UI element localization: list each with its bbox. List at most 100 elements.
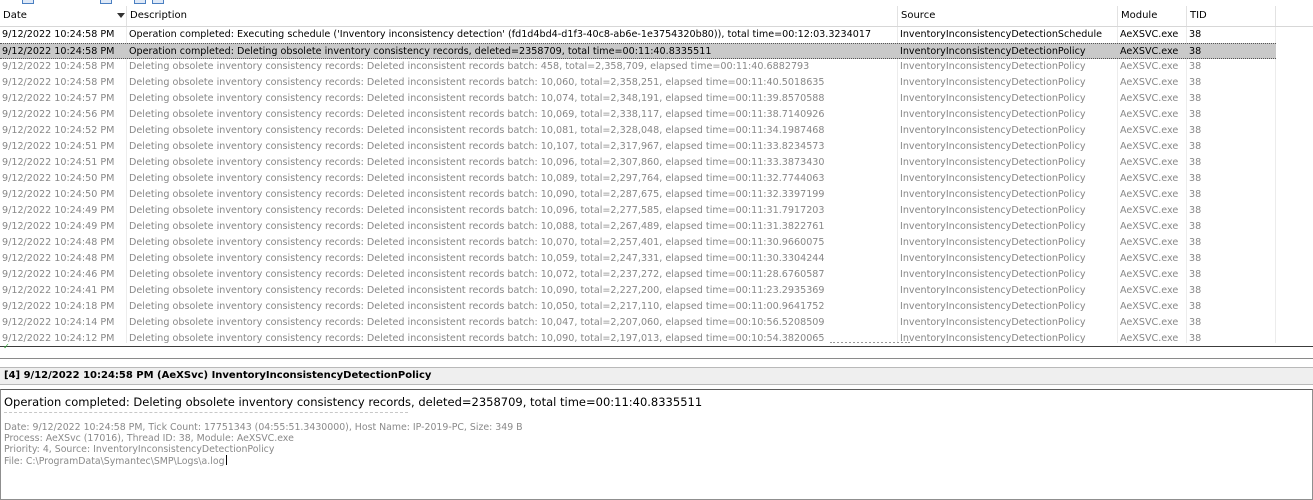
separator bbox=[4, 412, 408, 413]
cell-date: 9/12/2022 10:24:58 PM bbox=[2, 61, 115, 72]
table-row[interactable]: 9/12/2022 10:24:14 PM Deleting obsolete i… bbox=[0, 315, 1276, 331]
cell-description: Deleting obsolete inventory consistency … bbox=[129, 93, 825, 104]
toolbar-button-icon[interactable] bbox=[134, 0, 146, 4]
table-row[interactable]: 9/12/2022 10:24:49 PM Deleting obsolete i… bbox=[0, 203, 1276, 219]
log-grid[interactable]: Date Description Source Module TID 9/12/… bbox=[0, 5, 1313, 343]
table-row[interactable]: 9/12/2022 10:24:52 PM Deleting obsolete i… bbox=[0, 123, 1276, 139]
cell-module: AeXSVC.exe bbox=[1120, 29, 1179, 40]
toolbar-button-icon[interactable] bbox=[100, 0, 112, 4]
cell-date: 9/12/2022 10:24:58 PM bbox=[2, 46, 115, 57]
cell-tid: 38 bbox=[1189, 189, 1202, 200]
cell-source: InventoryInconsistencyDetectionPolicy bbox=[900, 253, 1086, 264]
cell-source: InventoryInconsistencyDetectionPolicy bbox=[900, 46, 1086, 57]
cell-tid: 38 bbox=[1189, 333, 1202, 343]
cell-module: AeXSVC.exe bbox=[1120, 269, 1179, 280]
detail-file-line: File: C:\ProgramData\Symantec\SMP\Logs\a… bbox=[4, 455, 227, 467]
table-row[interactable]: 9/12/2022 10:24:50 PM Deleting obsolete i… bbox=[0, 171, 1276, 187]
cell-module: AeXSVC.exe bbox=[1120, 189, 1179, 200]
column-divider[interactable] bbox=[1275, 6, 1276, 26]
cell-source: InventoryInconsistencyDetectionPolicy bbox=[900, 301, 1086, 312]
cell-tid: 38 bbox=[1189, 77, 1202, 88]
table-row[interactable]: 9/12/2022 10:24:58 PM Deleting obsolete i… bbox=[0, 59, 1276, 75]
table-row[interactable]: 9/12/2022 10:24:58 PM Operation completed… bbox=[0, 43, 1276, 59]
column-header-tid[interactable]: TID bbox=[1187, 5, 1275, 27]
table-row[interactable]: 9/12/2022 10:24:12 PM Deleting obsolete i… bbox=[0, 331, 1276, 343]
cell-module: AeXSVC.exe bbox=[1120, 77, 1179, 88]
table-row[interactable]: 9/12/2022 10:24:46 PM Deleting obsolete i… bbox=[0, 267, 1276, 283]
cell-description: Deleting obsolete inventory consistency … bbox=[129, 253, 825, 264]
column-header-date[interactable]: Date bbox=[0, 5, 125, 27]
cell-source: InventoryInconsistencyDetectionPolicy bbox=[900, 173, 1086, 184]
cell-date: 9/12/2022 10:24:52 PM bbox=[2, 125, 115, 136]
cell-date: 9/12/2022 10:24:50 PM bbox=[2, 189, 115, 200]
column-header-description[interactable]: Description bbox=[127, 5, 897, 27]
cell-module: AeXSVC.exe bbox=[1120, 93, 1179, 104]
table-row[interactable]: 9/12/2022 10:24:58 PM Deleting obsolete i… bbox=[0, 75, 1276, 91]
table-row[interactable]: 9/12/2022 10:24:49 PM Deleting obsolete i… bbox=[0, 219, 1276, 235]
cell-tid: 38 bbox=[1189, 317, 1202, 328]
cell-source: InventoryInconsistencyDetectionPolicy bbox=[900, 269, 1086, 280]
column-header-module[interactable]: Module bbox=[1118, 5, 1186, 27]
cell-date: 9/12/2022 10:24:48 PM bbox=[2, 237, 115, 248]
table-row[interactable]: 9/12/2022 10:24:50 PM Deleting obsolete i… bbox=[0, 187, 1276, 203]
pane-splitter[interactable]: ✓ bbox=[0, 343, 1313, 367]
toolbar-button-icon[interactable] bbox=[22, 0, 34, 4]
cell-description: Deleting obsolete inventory consistency … bbox=[129, 173, 825, 184]
cell-date: 9/12/2022 10:24:48 PM bbox=[2, 253, 115, 264]
cell-module: AeXSVC.exe bbox=[1120, 173, 1179, 184]
cell-date: 9/12/2022 10:24:57 PM bbox=[2, 93, 115, 104]
column-header-source[interactable]: Source bbox=[898, 5, 1118, 27]
cell-source: InventoryInconsistencyDetectionPolicy bbox=[900, 189, 1086, 200]
cell-source: InventoryInconsistencyDetectionPolicy bbox=[900, 157, 1086, 168]
cell-source: InventoryInconsistencyDetectionPolicy bbox=[900, 333, 1086, 343]
cell-date: 9/12/2022 10:24:50 PM bbox=[2, 173, 115, 184]
cell-description: Deleting obsolete inventory consistency … bbox=[129, 157, 825, 168]
cell-description: Operation completed: Deleting obsolete i… bbox=[129, 46, 712, 57]
cell-module: AeXSVC.exe bbox=[1120, 205, 1179, 216]
table-row[interactable]: 9/12/2022 10:24:51 PM Deleting obsolete i… bbox=[0, 155, 1276, 171]
cell-module: AeXSVC.exe bbox=[1120, 221, 1179, 232]
detail-pane[interactable]: Operation completed: Deleting obsolete i… bbox=[0, 389, 1313, 500]
cell-tid: 38 bbox=[1189, 237, 1202, 248]
detail-message: Operation completed: Deleting obsolete i… bbox=[4, 395, 703, 409]
cell-source: InventoryInconsistencyDetectionPolicy bbox=[900, 317, 1086, 328]
cell-module: AeXSVC.exe bbox=[1120, 46, 1179, 57]
checkmark-icon: ✓ bbox=[3, 342, 10, 351]
cell-module: AeXSVC.exe bbox=[1120, 61, 1179, 72]
table-row[interactable]: 9/12/2022 10:24:18 PM Deleting obsolete i… bbox=[0, 299, 1276, 315]
cell-tid: 38 bbox=[1189, 205, 1202, 216]
cell-date: 9/12/2022 10:24:14 PM bbox=[2, 317, 115, 328]
detail-process-line: Process: AeXSvc (17016), Thread ID: 38, … bbox=[4, 433, 294, 444]
cell-source: InventoryInconsistencyDetectionPolicy bbox=[900, 237, 1086, 248]
cell-tid: 38 bbox=[1189, 301, 1202, 312]
table-row[interactable]: 9/12/2022 10:24:41 PM Deleting obsolete i… bbox=[0, 283, 1276, 299]
table-row[interactable]: 9/12/2022 10:24:58 PM Operation completed… bbox=[0, 27, 1276, 43]
cell-description: Deleting obsolete inventory consistency … bbox=[129, 221, 825, 232]
table-row[interactable]: 9/12/2022 10:24:56 PM Deleting obsolete i… bbox=[0, 107, 1276, 123]
toolbar-button-icon[interactable] bbox=[152, 0, 164, 4]
grid-header: Date Description Source Module TID bbox=[0, 5, 1313, 27]
table-row[interactable]: 9/12/2022 10:24:51 PM Deleting obsolete i… bbox=[0, 139, 1276, 155]
cell-tid: 38 bbox=[1189, 221, 1202, 232]
cell-tid: 38 bbox=[1189, 173, 1202, 184]
cell-source: InventoryInconsistencyDetectionPolicy bbox=[900, 109, 1086, 120]
table-row[interactable]: 9/12/2022 10:24:48 PM Deleting obsolete i… bbox=[0, 235, 1276, 251]
cell-description: Deleting obsolete inventory consistency … bbox=[129, 109, 825, 120]
cell-description: Deleting obsolete inventory consistency … bbox=[129, 77, 825, 88]
cell-description: Deleting obsolete inventory consistency … bbox=[129, 125, 825, 136]
table-row[interactable]: 9/12/2022 10:24:48 PM Deleting obsolete i… bbox=[0, 251, 1276, 267]
cell-date: 9/12/2022 10:24:49 PM bbox=[2, 205, 115, 216]
cell-date: 9/12/2022 10:24:12 PM bbox=[2, 333, 115, 343]
cell-source: InventoryInconsistencyDetectionPolicy bbox=[900, 93, 1086, 104]
cell-source: InventoryInconsistencyDetectionPolicy bbox=[900, 285, 1086, 296]
detail-priority-line: Priority: 4, Source: InventoryInconsiste… bbox=[4, 444, 275, 455]
detail-date-line: Date: 9/12/2022 10:24:58 PM, Tick Count:… bbox=[4, 422, 523, 433]
cell-tid: 38 bbox=[1189, 46, 1202, 57]
cell-description: Deleting obsolete inventory consistency … bbox=[129, 285, 825, 296]
cell-source: InventoryInconsistencyDetectionPolicy bbox=[900, 221, 1086, 232]
cell-module: AeXSVC.exe bbox=[1120, 253, 1179, 264]
cell-date: 9/12/2022 10:24:41 PM bbox=[2, 285, 115, 296]
table-row[interactable]: 9/12/2022 10:24:57 PM Deleting obsolete i… bbox=[0, 91, 1276, 107]
cell-tid: 38 bbox=[1189, 109, 1202, 120]
cell-description: Deleting obsolete inventory consistency … bbox=[129, 189, 825, 200]
